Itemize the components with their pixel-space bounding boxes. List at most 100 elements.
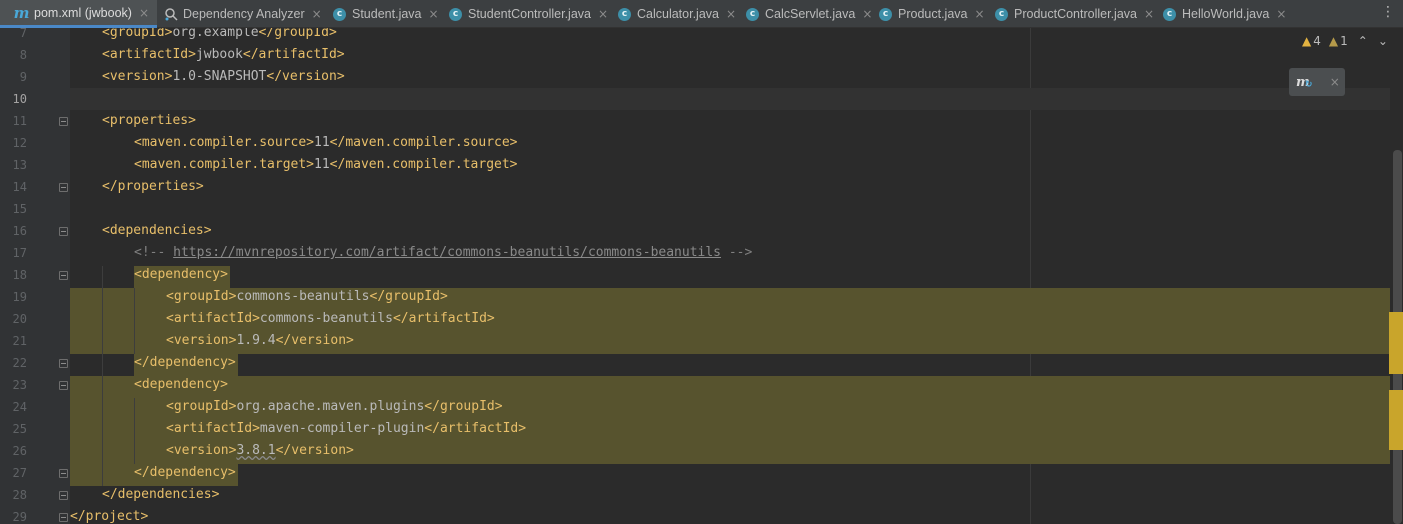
code-line: 17 <!-- https://mvnrepository.com/artifa… (0, 242, 1390, 264)
code-text: <groupId>org.example</groupId> (102, 28, 337, 40)
line-number: 16 (12, 224, 27, 238)
java-class-icon: c (1163, 7, 1176, 21)
close-icon[interactable]: × (1276, 7, 1286, 21)
tab-label: Calculator.java (637, 7, 719, 21)
tab-dependency-analyzer[interactable]: Dependency Analyzer × (163, 0, 322, 28)
more-tabs-menu-icon[interactable]: ⋮ (1381, 4, 1395, 20)
line-number: 21 (12, 334, 27, 348)
close-icon[interactable]: × (429, 7, 439, 21)
inspection-widget[interactable]: ▲ 4 ▲ 1 ⌃ ⌄ (1302, 34, 1388, 48)
code-line: 21 <version>1.9.4</version> (0, 330, 1390, 352)
code-comment: <!-- https://mvnrepository.com/artifact/… (134, 245, 753, 260)
line-number: 18 (12, 268, 27, 282)
java-class-icon: c (746, 7, 759, 21)
tab-product-java[interactable]: c Product.java × (878, 0, 985, 28)
code-text: </dependency> (134, 355, 236, 370)
close-icon[interactable]: × (1144, 7, 1154, 21)
code-text: </properties> (102, 179, 204, 194)
maven-reload-popup[interactable]: m × (1289, 68, 1345, 96)
java-class-icon: c (879, 7, 892, 21)
line-number: 7 (19, 28, 27, 40)
tab-pom-xml[interactable]: m pom.xml (jwbook) × (0, 0, 157, 28)
editor-tab-bar: m pom.xml (jwbook) × Dependency Analyzer… (0, 0, 1403, 28)
close-icon[interactable]: × (974, 7, 984, 21)
code-line: 23 <dependency> (0, 374, 1390, 396)
java-class-icon: c (449, 7, 462, 21)
repository-link[interactable]: https://mvnrepository.com/artifact/commo… (173, 245, 721, 260)
code-line: 9 <version>1.0-SNAPSHOT</version> (0, 66, 1390, 88)
code-line: 29 </project> (0, 506, 1390, 524)
fold-toggle-icon[interactable] (59, 491, 68, 500)
close-icon[interactable]: × (726, 7, 736, 21)
code-text: <maven.compiler.source>11</maven.compile… (134, 135, 518, 150)
code-text: <dependency> (134, 267, 228, 282)
code-text: </project> (70, 509, 149, 524)
code-line: 25 <artifactId>maven-compiler-plugin</ar… (0, 418, 1390, 440)
close-icon[interactable]: × (139, 6, 149, 20)
code-line: 12 <maven.compiler.source>11</maven.comp… (0, 132, 1390, 154)
code-line: 15 (0, 198, 1390, 220)
warning-icon: ▲ (1302, 34, 1312, 48)
error-stripe-marker[interactable] (1389, 312, 1403, 374)
tab-label: Product.java (898, 7, 968, 21)
code-text: <dependencies> (102, 223, 212, 238)
weak-warning-icon: ▲ (1328, 34, 1339, 48)
dependency-analyzer-icon (163, 7, 178, 22)
line-number: 23 (12, 378, 27, 392)
line-number: 25 (12, 422, 27, 436)
tab-product-controller-java[interactable]: c ProductController.java × (994, 0, 1154, 28)
tab-label: CalcServlet.java (765, 7, 856, 21)
tab-calcservlet-java[interactable]: c CalcServlet.java × (745, 0, 872, 28)
line-number: 15 (12, 202, 27, 216)
weak-warning-count: 1 (1340, 34, 1348, 48)
fold-toggle-icon[interactable] (59, 513, 68, 522)
fold-toggle-icon[interactable] (59, 381, 68, 390)
code-line: 8 <artifactId>jwbook</artifactId> (0, 44, 1390, 66)
code-line: 7 <groupId>org.example</groupId> (0, 28, 1390, 44)
tab-student-java[interactable]: c Student.java × (332, 0, 439, 28)
error-stripe-marker[interactable] (1389, 390, 1403, 450)
close-icon[interactable]: × (1330, 75, 1340, 89)
line-number: 19 (12, 290, 27, 304)
code-line: 26 <version>3.8.1</version> (0, 440, 1390, 462)
fold-toggle-icon[interactable] (59, 469, 68, 478)
code-line: 19 <groupId>commons-beanutils</groupId> (0, 286, 1390, 308)
close-icon[interactable]: × (862, 7, 872, 21)
chevron-down-icon[interactable]: ⌄ (1378, 34, 1388, 48)
fold-toggle-icon[interactable] (59, 227, 68, 236)
line-number: 26 (12, 444, 27, 458)
code-text: <version>3.8.1</version> (166, 443, 354, 458)
fold-toggle-icon[interactable] (59, 183, 68, 192)
line-number: 24 (12, 400, 27, 414)
code-editor[interactable]: 7 <groupId>org.example</groupId> 8 <arti… (0, 28, 1403, 524)
chevron-up-icon[interactable]: ⌃ (1358, 34, 1368, 48)
code-text: <dependency> (134, 377, 228, 392)
code-line: 16 <dependencies> (0, 220, 1390, 242)
fold-toggle-icon[interactable] (59, 359, 68, 368)
code-text: <artifactId>jwbook</artifactId> (102, 47, 345, 62)
maven-reload-icon[interactable]: m (1296, 75, 1312, 90)
line-number: 13 (12, 158, 27, 172)
close-icon[interactable]: × (598, 7, 608, 21)
line-number: 11 (12, 114, 27, 128)
tab-helloworld-java[interactable]: c HelloWorld.java × (1162, 0, 1286, 28)
line-number: 10 (12, 92, 27, 106)
code-line: 22 </dependency> (0, 352, 1390, 374)
code-line: 24 <groupId>org.apache.maven.plugins</gr… (0, 396, 1390, 418)
code-text: <version>1.0-SNAPSHOT</version> (102, 69, 345, 84)
tab-label: Student.java (352, 7, 422, 21)
code-text: <properties> (102, 113, 196, 128)
line-number: 14 (12, 180, 27, 194)
tab-calculator-java[interactable]: c Calculator.java × (617, 0, 736, 28)
warning-count: 4 (1313, 34, 1321, 48)
java-class-icon: c (333, 7, 346, 21)
line-number: 20 (12, 312, 27, 326)
fold-toggle-icon[interactable] (59, 271, 68, 280)
code-text: <artifactId>commons-beanutils</artifactI… (166, 311, 495, 326)
fold-toggle-icon[interactable] (59, 117, 68, 126)
code-text: <maven.compiler.target>11</maven.compile… (134, 157, 518, 172)
line-number: 27 (12, 466, 27, 480)
code-line-current: 10 (13, 88, 1390, 110)
close-icon[interactable]: × (312, 7, 322, 21)
tab-student-controller-java[interactable]: c StudentController.java × (448, 0, 608, 28)
